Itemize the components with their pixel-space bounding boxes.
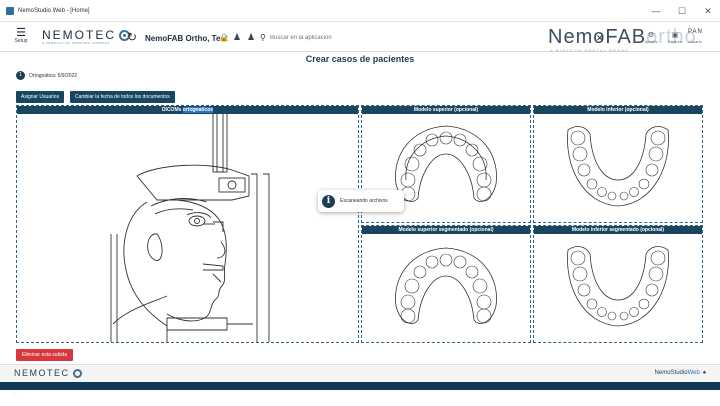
upper-segmented-dropzone[interactable]: Modelo superior segmentado (opcional) bbox=[361, 225, 531, 343]
close-icon[interactable]: ✕ bbox=[596, 33, 604, 44]
capture-label: Capture bbox=[667, 39, 683, 44]
head-scan-illustration bbox=[17, 111, 358, 406]
setup-label: Setup bbox=[14, 38, 28, 44]
lower-model-dropzone[interactable]: Modelo inferior (opcional) bbox=[533, 105, 703, 223]
status-text: Start bbox=[12, 392, 19, 396]
step-label: Ortognática: 5/9/2022 bbox=[29, 73, 78, 79]
delete-upload-button[interactable]: Eliminar esta subida bbox=[16, 349, 74, 361]
scrollbar-track[interactable] bbox=[708, 52, 720, 364]
footer-web-wordmark: Web bbox=[687, 370, 700, 376]
change-documents-date-button[interactable]: Cambiar la fecha de todos los documentos bbox=[70, 91, 175, 103]
footer-nemotec-wordmark: NEMOTEC bbox=[14, 368, 70, 378]
app-icon bbox=[6, 6, 14, 15]
maximize-button[interactable]: ☐ bbox=[676, 6, 688, 17]
window-title: NemoStudio Web - [Home] bbox=[18, 7, 90, 14]
dicom-title-prefix: DICOMs bbox=[161, 107, 183, 113]
footer: NEMOTEC NemoStudioWeb ♠ bbox=[0, 364, 720, 382]
refresh-icon[interactable]: ↻ bbox=[127, 30, 137, 44]
user-button[interactable]: Usuario bbox=[684, 39, 706, 44]
settings-label: Ajustes bbox=[644, 39, 658, 44]
dicom-dropzone[interactable]: DICOMs ortognaticos bbox=[16, 105, 359, 406]
dicom-panel-header: DICOMs ortognaticos bbox=[17, 106, 358, 114]
step-badge: 1 bbox=[16, 71, 25, 80]
upper-model-header: Modelo superior (opcional) bbox=[362, 106, 530, 114]
footer-nemotec-logo: NEMOTEC bbox=[14, 368, 82, 378]
upper-segmented-illustration bbox=[362, 234, 530, 342]
window-controls: — ☐ ✕ bbox=[650, 0, 714, 22]
lower-segmented-dropzone[interactable]: Modelo inferior segmentado (opcional) bbox=[533, 225, 703, 343]
capture-button[interactable]: ▣ Capture bbox=[664, 31, 686, 44]
footer-nemostudio-logo: NemoStudioWeb ♠ bbox=[655, 370, 706, 376]
lower-arch-illustration bbox=[534, 114, 702, 222]
status-bar: Start bbox=[0, 382, 720, 396]
nemotec-logo: NEMOTEC A PRODUCT OF NEMOTEC COMPANY bbox=[42, 28, 130, 45]
footer-nemostudio-wordmark: NemoStudio bbox=[654, 370, 688, 376]
pan-label: PAN bbox=[688, 29, 703, 35]
nemotec-wordmark: NEMOTEC bbox=[42, 28, 116, 42]
lock-icon[interactable]: 🔒 bbox=[219, 33, 229, 42]
nemostudio-figure-icon: ♠ bbox=[702, 370, 706, 376]
search-icon: ⚲ bbox=[260, 33, 266, 42]
app-toolbar: ☰ Setup NEMOTEC A PRODUCT OF NEMOTEC COM… bbox=[0, 22, 720, 53]
scanning-toast: i Escaneando archivos bbox=[318, 190, 404, 212]
assign-users-button[interactable]: Asignar Usuarios bbox=[16, 91, 65, 103]
dicom-title-selected: ortognaticos bbox=[182, 107, 214, 113]
capture-icon: ▣ bbox=[671, 32, 679, 39]
nemotec-tagline: A PRODUCT OF NEMOTEC COMPANY bbox=[42, 41, 111, 45]
share-users-icon[interactable]: ♟ bbox=[233, 32, 241, 43]
toast-message: Escaneando archivos bbox=[340, 198, 388, 204]
setup-button[interactable]: ☰ Setup bbox=[10, 27, 32, 45]
lower-segmented-header: Modelo inferior segmentado (opcional) bbox=[534, 226, 702, 234]
search-input[interactable] bbox=[270, 32, 530, 43]
upper-segmented-header: Modelo superior segmentado (opcional) bbox=[362, 226, 530, 234]
info-icon: i bbox=[322, 194, 335, 208]
page-title: Crear casos de pacientes bbox=[305, 54, 415, 64]
gear-icon: ⚙ bbox=[647, 32, 655, 39]
patient-name: NemoFAB Ortho, Test bbox=[145, 34, 228, 43]
settings-button[interactable]: ⚙ Ajustes bbox=[640, 31, 662, 44]
assign-users-icon[interactable]: ♟ bbox=[247, 32, 255, 43]
user-label: Usuario bbox=[688, 39, 702, 44]
footer-nemotec-ring-icon bbox=[72, 368, 82, 378]
lower-model-header: Modelo inferior (opcional) bbox=[534, 106, 702, 114]
lower-segmented-illustration bbox=[534, 234, 702, 342]
hamburger-icon: ☰ bbox=[16, 27, 26, 39]
close-window-button[interactable]: ✕ bbox=[702, 6, 714, 17]
minimize-button[interactable]: — bbox=[650, 6, 662, 16]
window-titlebar: NemoStudio Web - [Home] — ☐ ✕ bbox=[0, 0, 720, 22]
